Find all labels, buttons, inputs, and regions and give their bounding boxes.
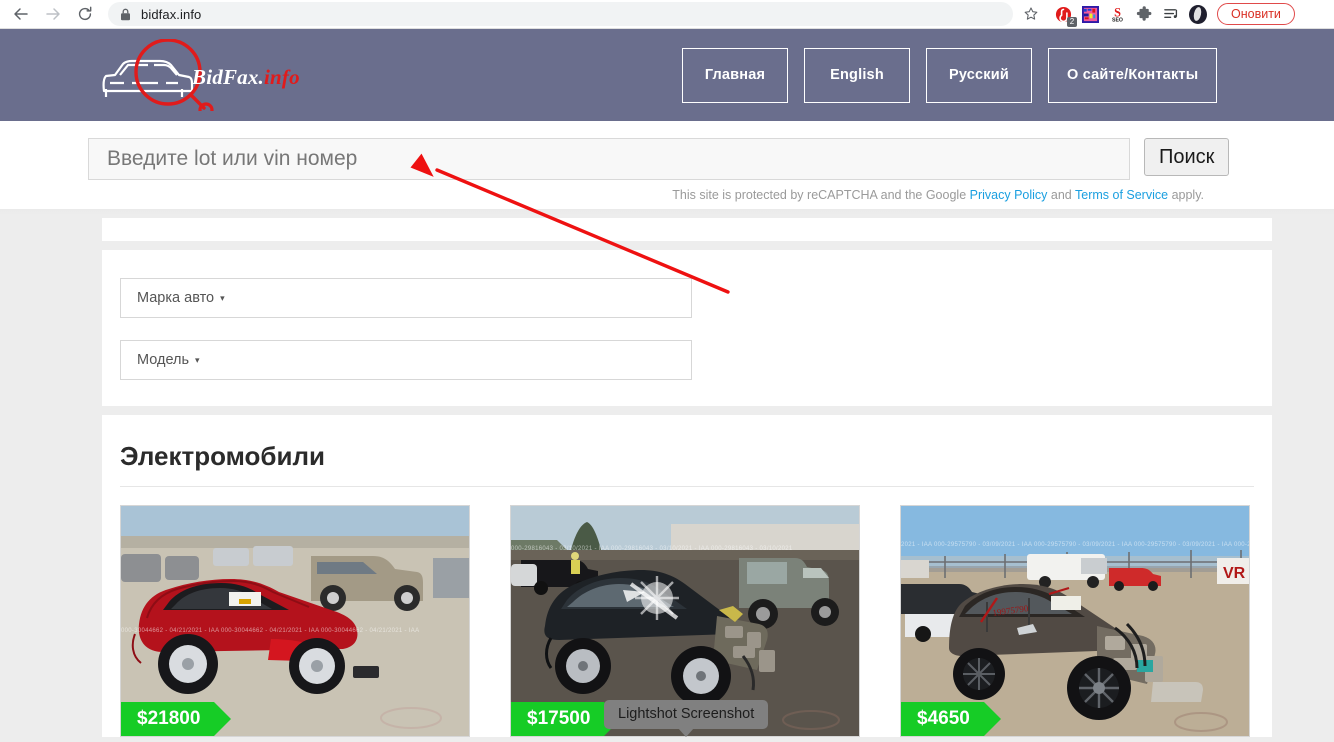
search-strip: Поиск This site is protected by reCAPTCH… <box>0 121 1334 209</box>
recaptcha-text-mid: and <box>1047 188 1075 202</box>
auction-watermark: 000-30044662 - 04/21/2021 - IAA 000-3004… <box>121 628 420 634</box>
auction-watermark: 000-29816043 - 03/10/2021 - IAA 000-2981… <box>511 546 793 552</box>
recaptcha-notice: This site is protected by reCAPTCHA and … <box>672 188 1204 202</box>
price-badge: $21800 <box>121 702 232 736</box>
logo-text-red: info <box>264 65 300 89</box>
price-badge: $17500 <box>511 702 622 736</box>
seo-extension-icon[interactable]: S SEO <box>1108 5 1126 23</box>
terms-of-service-link[interactable]: Terms of Service <box>1075 188 1168 202</box>
price-badge: $4650 <box>901 702 1001 736</box>
svg-text:VR: VR <box>1223 565 1246 582</box>
puzzle-extensions-icon[interactable] <box>1135 5 1153 23</box>
logo-text-white: BidFax. <box>192 65 264 89</box>
recaptcha-text-prefix: This site is protected by reCAPTCHA and … <box>672 188 970 202</box>
nav-item-about-contacts[interactable]: О сайте/Контакты <box>1048 47 1218 103</box>
filter-panel: Марка авто ▾ Модель ▾ <box>102 250 1272 406</box>
electric-cars-panel: Электромобили 000-30044662 - 04/21/2021 … <box>102 415 1272 737</box>
logo-wordmark: BidFax.info <box>192 65 300 90</box>
model-select-label: Модель <box>137 352 190 368</box>
url-text: bidfax.info <box>141 6 202 22</box>
navigation-buttons <box>0 1 100 27</box>
colorful-square-extension-icon[interactable] <box>1081 5 1099 23</box>
privacy-policy-link[interactable]: Privacy Policy <box>970 188 1048 202</box>
update-button[interactable]: Оновити <box>1217 3 1295 25</box>
profile-avatar[interactable] <box>1189 4 1207 24</box>
forward-arrow-icon[interactable] <box>38 1 68 27</box>
nav-item-russian[interactable]: Русский <box>926 47 1032 103</box>
star-icon[interactable] <box>1017 1 1045 27</box>
search-input[interactable] <box>88 138 1130 180</box>
extension-icons: 2 S SEO <box>1054 4 1207 27</box>
make-select-label: Марка авто <box>137 290 215 306</box>
page-body: Марка авто ▾ Модель ▾ Электромобили 000-… <box>0 209 1334 742</box>
site-logo[interactable]: BidFax.info <box>96 39 300 111</box>
adblock-extension-icon[interactable]: 2 <box>1054 5 1077 27</box>
site-header: BidFax.info Главная English Русский О са… <box>0 29 1334 121</box>
search-button[interactable]: Поиск <box>1144 138 1230 176</box>
nav-item-english[interactable]: English <box>804 47 910 103</box>
lightshot-tooltip: Lightshot Screenshot <box>604 700 769 737</box>
browser-toolbar: bidfax.info 2 S SEO Оновити <box>0 0 1334 29</box>
extension-badge-count: 2 <box>1067 17 1077 27</box>
model-select[interactable]: Модель ▾ <box>120 340 692 380</box>
reload-icon[interactable] <box>70 1 100 27</box>
title-divider <box>120 486 1254 487</box>
auction-watermark: 2021 - IAA 000-29575790 - 03/09/2021 - I… <box>901 542 1250 548</box>
section-title-electric-cars: Электромобили <box>120 441 325 471</box>
main-navigation: Главная English Русский О сайте/Контакты <box>682 47 1218 103</box>
chevron-down-icon: ▾ <box>220 292 225 303</box>
back-arrow-icon[interactable] <box>6 1 36 27</box>
chevron-down-icon: ▾ <box>195 354 200 365</box>
content-column: Марка авто ▾ Модель ▾ Электромобили 000-… <box>102 218 1272 737</box>
recaptcha-text-suffix: apply. <box>1168 188 1204 202</box>
top-spacer-panel <box>102 218 1272 241</box>
nav-item-home[interactable]: Главная <box>682 47 788 103</box>
lock-icon <box>120 8 131 21</box>
playlist-music-icon[interactable] <box>1162 5 1180 23</box>
address-bar[interactable]: bidfax.info <box>108 2 1013 26</box>
make-select[interactable]: Марка авто ▾ <box>120 278 692 318</box>
car-card[interactable]: VR 19975790 2021 - IAA 000-29575790 - 03… <box>900 505 1250 737</box>
car-card[interactable]: 000-30044662 - 04/21/2021 - IAA 000-3004… <box>120 505 470 737</box>
svg-text:SEO: SEO <box>1112 17 1123 22</box>
